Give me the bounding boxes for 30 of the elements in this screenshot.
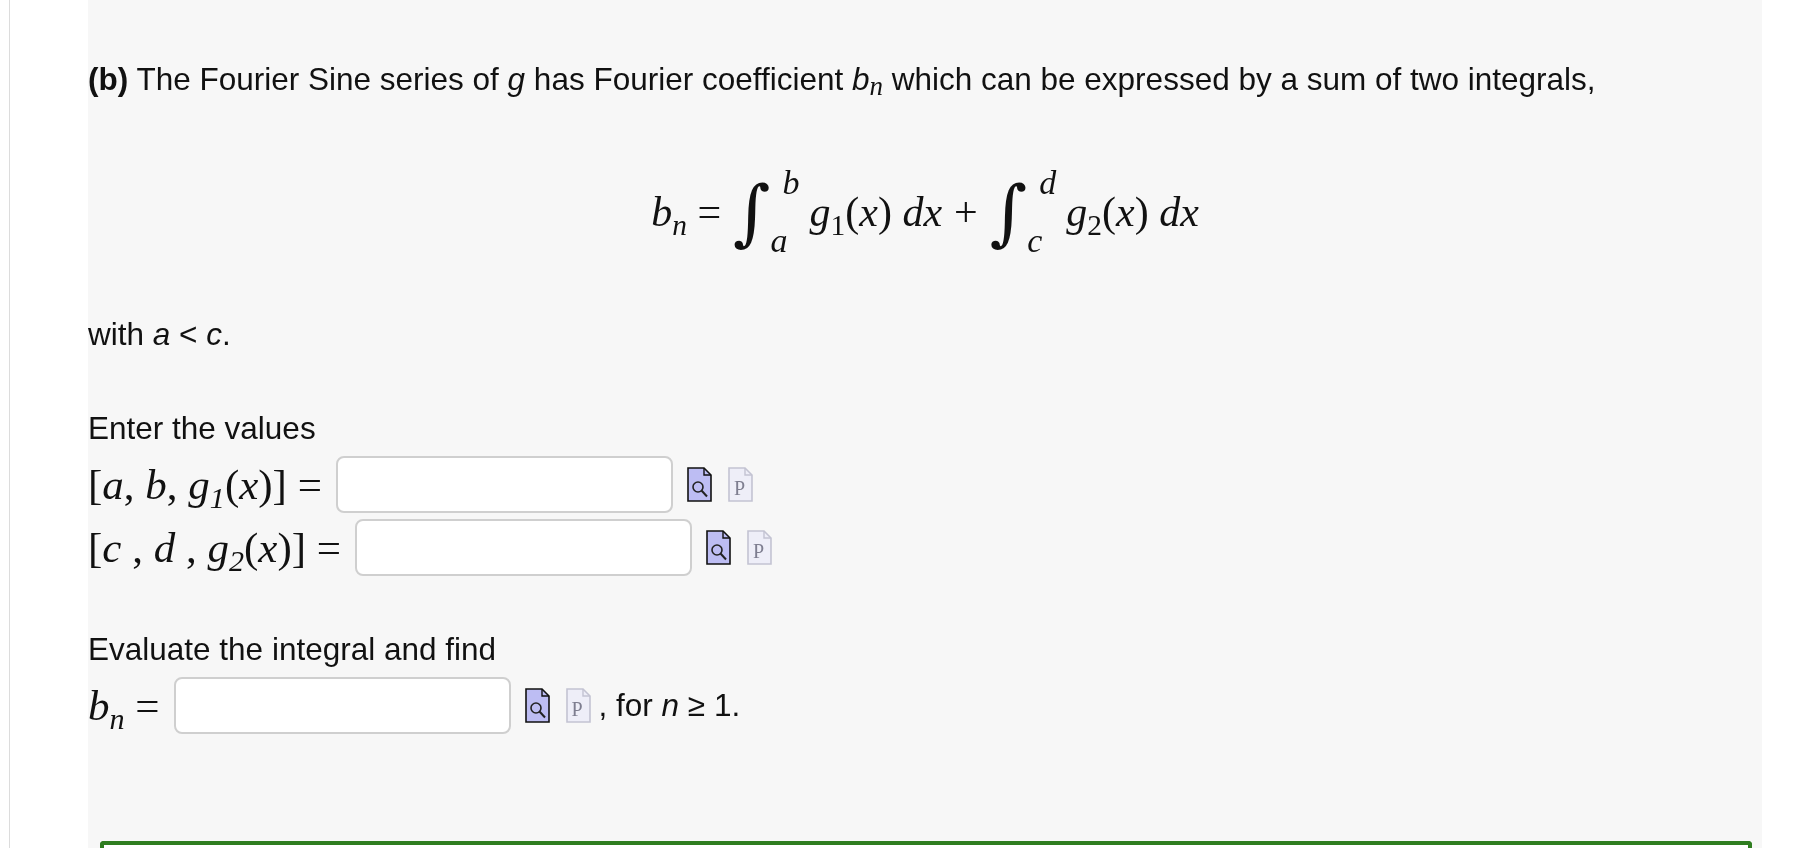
integrand: g$_{1}$(x) dx [809,188,943,237]
lower-limit: c [1027,223,1044,259]
preview-button[interactable] [686,467,712,502]
page-icon [565,688,591,723]
condition-text: with a < c. [88,315,231,353]
answer-label: [c , d , g$_{2}$(x)] = [88,522,342,573]
answer-field[interactable] [335,456,673,513]
preview-button[interactable] [706,530,732,565]
magnifier-page-icon [686,467,712,502]
answer-label: [a, b, g$_{1}$(x)] = [88,459,322,510]
preview-button[interactable] [524,688,550,723]
answer-field[interactable] [355,519,693,576]
magnifier-page-icon [524,688,550,723]
magnifier-page-icon [706,530,732,565]
answer-field[interactable] [173,677,511,734]
prompt-text: Evaluate the integral and find [88,630,497,668]
answer-suffix: , for n ≥ 1. [598,687,741,724]
page-icon [727,467,753,502]
upper-limit: d [1039,165,1057,201]
integrand: g$_{2}$(x) dx [1066,188,1199,237]
page-icon [747,530,773,565]
integral-sign: ∫ [733,169,771,256]
question-text: (b) The Fourier Sine series of g has Fourier coefficient b$_{n}$ which can be expressed by a sum of two integrals, [88,60,1596,100]
upper-limit: b [782,165,800,201]
answer-label: b$_{n}$ = [88,680,160,731]
integral-sign: ∫ [989,169,1028,256]
equation-term: + [954,188,978,237]
prompt-text: Enter the values [88,409,316,447]
lower-limit: a [770,223,789,259]
equation-term: b$_{n}$ = [651,188,722,237]
